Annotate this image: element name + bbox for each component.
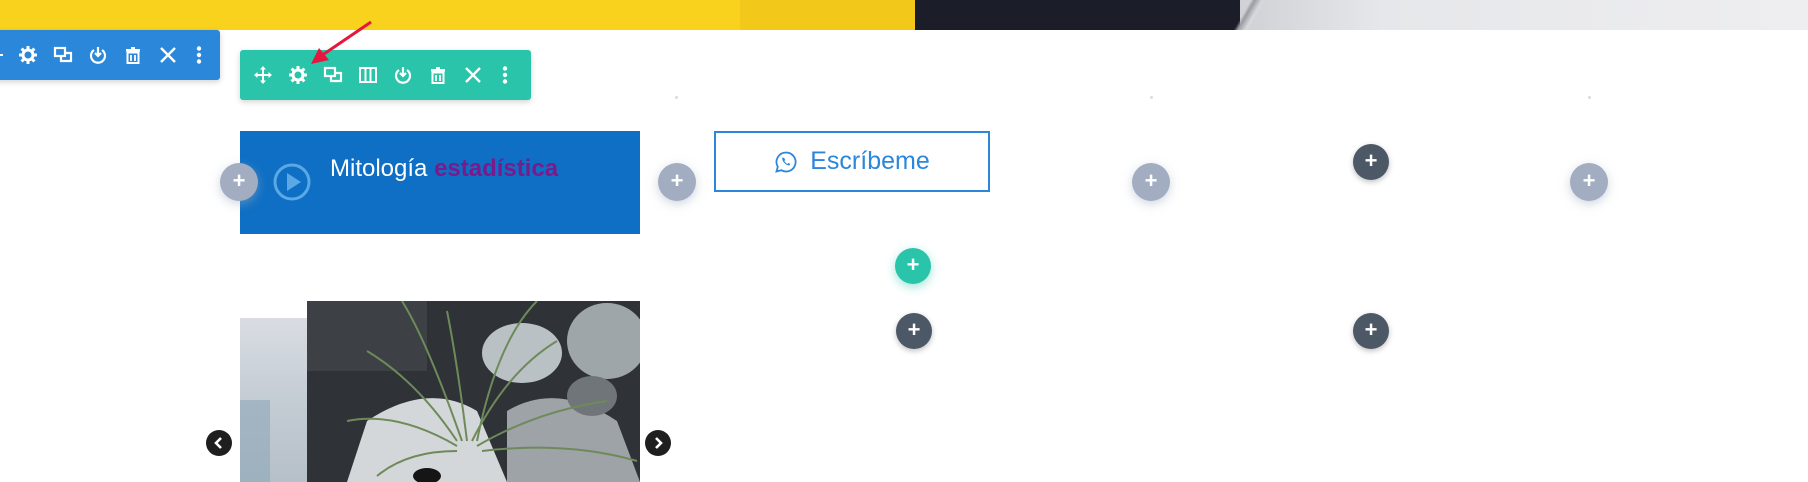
banner-yellow-shade — [740, 0, 915, 30]
column-divider — [1150, 96, 1153, 99]
add-section-button[interactable]: + — [1353, 144, 1389, 180]
column-divider — [1588, 96, 1591, 99]
add-module-button[interactable]: + — [1132, 163, 1170, 201]
gear-icon — [18, 46, 37, 64]
pointer-arrow-icon — [311, 20, 372, 64]
banner-light — [1240, 0, 1808, 30]
add-row-button[interactable]: + — [895, 248, 931, 284]
gear-icon — [288, 66, 307, 84]
section-toolbar — [0, 30, 220, 80]
chevron-right-icon — [655, 437, 663, 449]
plus-icon: + — [670, 168, 684, 193]
close-button[interactable] — [455, 50, 490, 100]
plus-icon: + — [1364, 148, 1378, 173]
column-divider — [675, 96, 678, 99]
slider-previous-image-detail — [240, 400, 270, 482]
add-section-button[interactable]: + — [1353, 313, 1389, 349]
move-icon — [253, 66, 272, 84]
move-button[interactable] — [0, 30, 10, 80]
save-icon — [394, 67, 411, 84]
delete-button[interactable] — [420, 50, 455, 100]
close-icon — [159, 47, 176, 63]
close-icon — [464, 67, 481, 83]
plus-icon: + — [232, 168, 246, 193]
more-button[interactable] — [490, 50, 520, 100]
plus-icon: + — [1144, 168, 1158, 193]
whatsapp-icon — [775, 151, 797, 173]
move-button[interactable] — [245, 50, 280, 100]
banner-image-edge — [1220, 0, 1280, 30]
whatsapp-button[interactable]: Escríbeme — [714, 131, 990, 192]
plus-icon: + — [906, 252, 920, 277]
more-icon — [196, 46, 202, 64]
close-button[interactable] — [150, 30, 185, 80]
save-button[interactable] — [80, 30, 115, 80]
slider-next-button[interactable] — [645, 430, 671, 456]
play-icon[interactable] — [272, 162, 312, 202]
save-icon — [89, 47, 106, 64]
columns-icon — [358, 67, 377, 83]
title-text: Mitología — [330, 155, 428, 182]
settings-button[interactable] — [10, 30, 45, 80]
whatsapp-button-label: Escríbeme — [810, 147, 930, 175]
banner-dark — [915, 0, 1240, 30]
add-module-button[interactable]: + — [658, 163, 696, 201]
plus-icon: + — [1582, 168, 1596, 193]
plus-icon: + — [1364, 317, 1378, 342]
more-icon — [502, 66, 508, 84]
duplicate-icon — [53, 46, 72, 63]
slider-prev-button[interactable] — [206, 430, 232, 456]
duplicate-button[interactable] — [45, 30, 80, 80]
add-module-button[interactable]: + — [1570, 163, 1608, 201]
trash-icon — [125, 47, 140, 64]
row-toolbar — [240, 50, 531, 100]
more-button[interactable] — [185, 30, 213, 80]
title-accent: estadística — [434, 155, 559, 182]
duplicate-icon — [323, 66, 342, 83]
chevron-left-icon — [214, 437, 222, 449]
trash-icon — [430, 67, 445, 84]
plus-icon: + — [907, 317, 921, 342]
save-button[interactable] — [385, 50, 420, 100]
move-icon — [0, 54, 3, 56]
add-section-button[interactable]: + — [896, 313, 932, 349]
add-module-button[interactable]: + — [220, 163, 258, 201]
module-title: Mitología estadística — [330, 155, 558, 183]
delete-button[interactable] — [115, 30, 150, 80]
slider-image — [307, 301, 640, 482]
plant-photo — [307, 301, 640, 482]
